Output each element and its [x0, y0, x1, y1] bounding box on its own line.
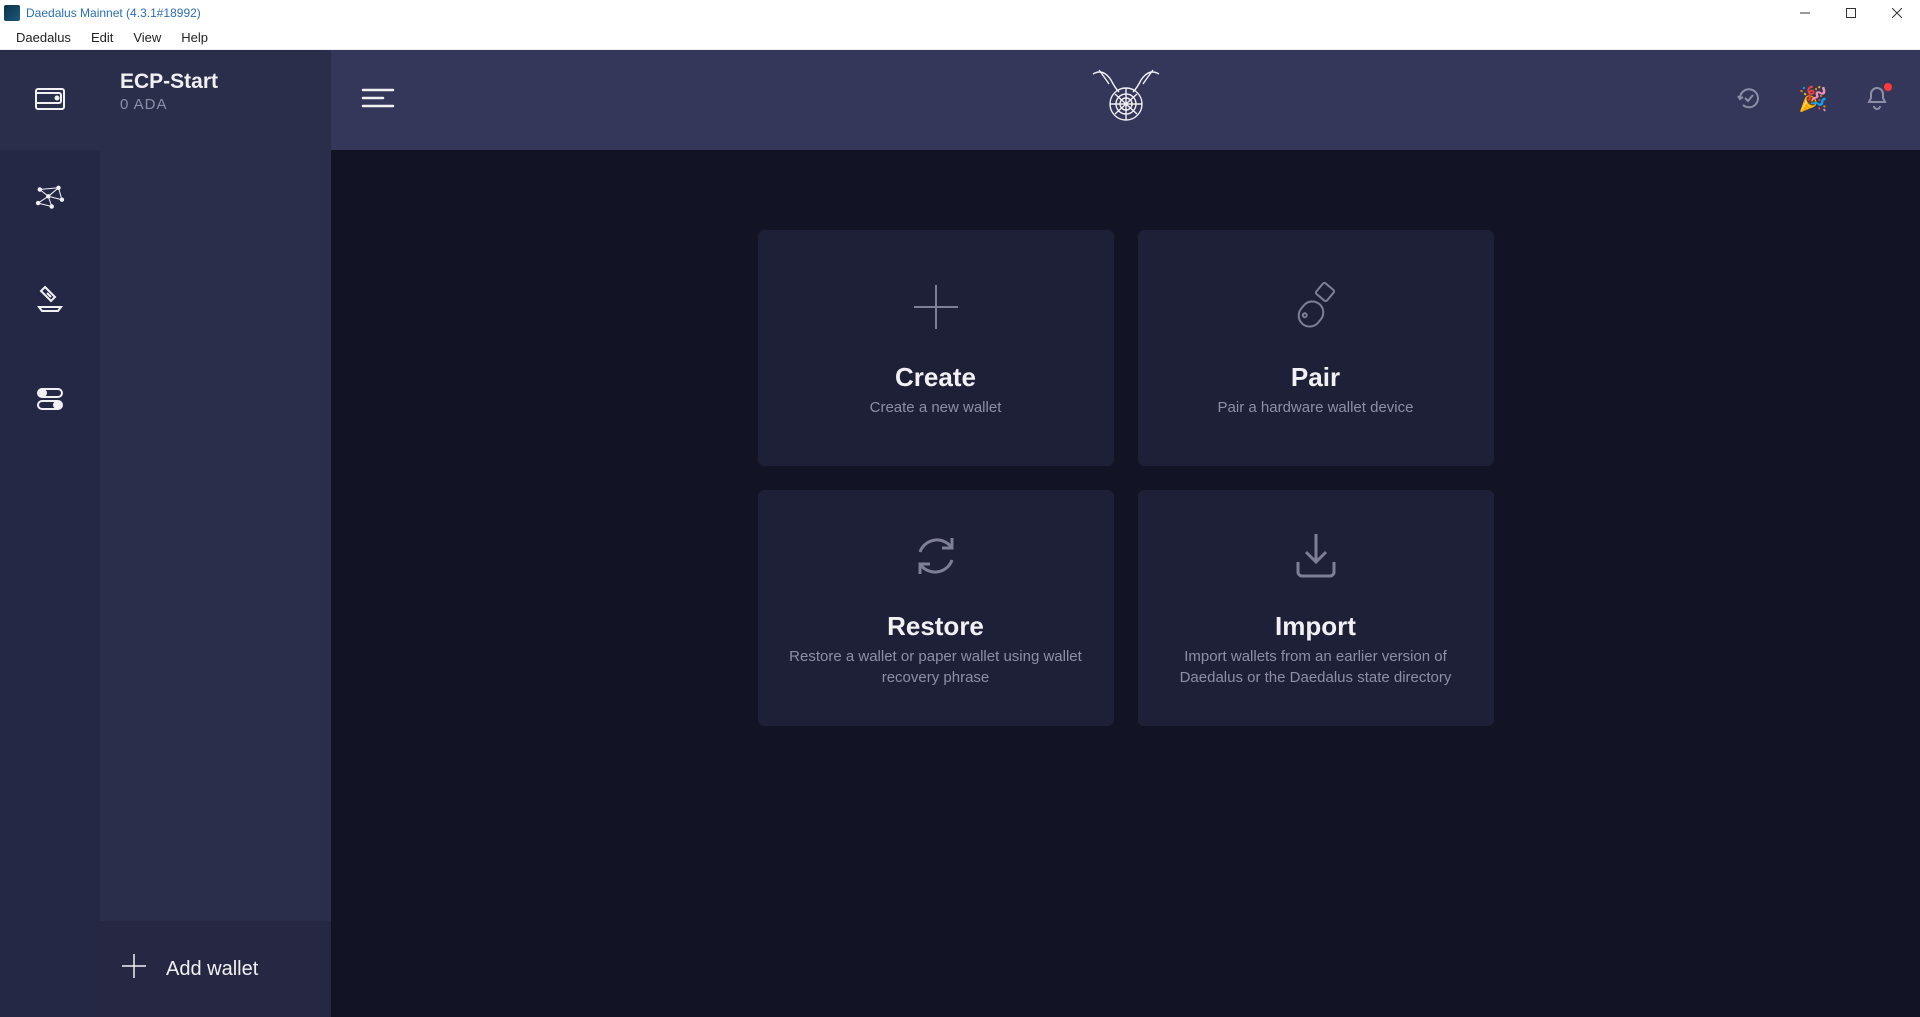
sidebar-narrow [0, 50, 100, 1017]
sidebar-nav-wallets[interactable] [0, 50, 100, 150]
card-desc: Pair a hardware wallet device [1218, 397, 1414, 418]
window-close-button[interactable] [1874, 0, 1920, 26]
import-wallet-card[interactable]: Import Import wallets from an earlier ve… [1138, 490, 1494, 726]
app-content: ECP-Start 0 ADA Add wallet [0, 50, 1920, 1017]
window-minimize-button[interactable] [1782, 0, 1828, 26]
party-popper-icon: 🎉 [1798, 86, 1828, 113]
main-area: Create Create a new wallet Pair Pair a h… [331, 150, 1920, 1017]
sidebar-wallets: ECP-Start 0 ADA Add wallet [100, 50, 331, 1017]
window-titlebar: Daedalus Mainnet (4.3.1#18992) [0, 0, 1920, 26]
menubar: Daedalus Edit View Help [0, 26, 1920, 50]
plus-icon [120, 952, 148, 986]
sync-status-button[interactable] [1736, 85, 1762, 116]
wallet-icon [33, 81, 67, 120]
sidebar-nav-voting[interactable] [0, 250, 100, 350]
bell-icon [1864, 98, 1890, 115]
download-icon [1288, 528, 1344, 589]
plus-icon [908, 279, 964, 340]
daedalus-logo [1089, 68, 1163, 133]
notifications-button[interactable] [1864, 85, 1890, 116]
card-desc: Restore a wallet or paper wallet using w… [788, 646, 1084, 688]
card-desc: Create a new wallet [870, 397, 1002, 418]
network-icon [33, 181, 67, 220]
sidebar-nav-settings[interactable] [0, 350, 100, 450]
topbar: 🎉 [331, 50, 1920, 150]
wallet-list-item[interactable]: ECP-Start 0 ADA [100, 50, 331, 131]
menu-view[interactable]: View [123, 28, 171, 47]
card-title: Restore [887, 611, 984, 642]
pair-wallet-card[interactable]: Pair Pair a hardware wallet device [1138, 230, 1494, 466]
card-title: Pair [1291, 362, 1340, 393]
restore-wallet-card[interactable]: Restore Restore a wallet or paper wallet… [758, 490, 1114, 726]
add-wallet-button[interactable]: Add wallet [100, 921, 331, 1017]
wallet-balance: 0 ADA [120, 96, 311, 113]
sidebar-nav-staking[interactable] [0, 150, 100, 250]
notification-dot [1884, 83, 1892, 91]
wallet-name: ECP-Start [120, 70, 311, 94]
menu-daedalus[interactable]: Daedalus [6, 28, 81, 47]
window-title: Daedalus Mainnet (4.3.1#18992) [26, 6, 201, 20]
menu-edit[interactable]: Edit [81, 28, 123, 47]
add-wallet-label: Add wallet [166, 958, 258, 981]
refresh-icon [908, 528, 964, 589]
main-column: 🎉 [331, 50, 1920, 1017]
voting-icon [33, 281, 67, 320]
card-title: Import [1275, 611, 1356, 642]
window-maximize-button[interactable] [1828, 0, 1874, 26]
news-feed-button[interactable]: 🎉 [1798, 88, 1828, 112]
menu-help[interactable]: Help [171, 28, 218, 47]
app-icon [4, 5, 20, 21]
toggles-icon [33, 381, 67, 420]
menu-toggle-button[interactable] [361, 86, 395, 115]
create-wallet-card[interactable]: Create Create a new wallet [758, 230, 1114, 466]
topbar-right: 🎉 [1736, 85, 1890, 116]
menu-icon [361, 97, 395, 114]
card-title: Create [895, 362, 976, 393]
card-desc: Import wallets from an earlier version o… [1168, 646, 1464, 688]
wallet-action-cards: Create Create a new wallet Pair Pair a h… [758, 230, 1494, 726]
usb-icon [1288, 279, 1344, 340]
sync-check-icon [1736, 98, 1762, 115]
